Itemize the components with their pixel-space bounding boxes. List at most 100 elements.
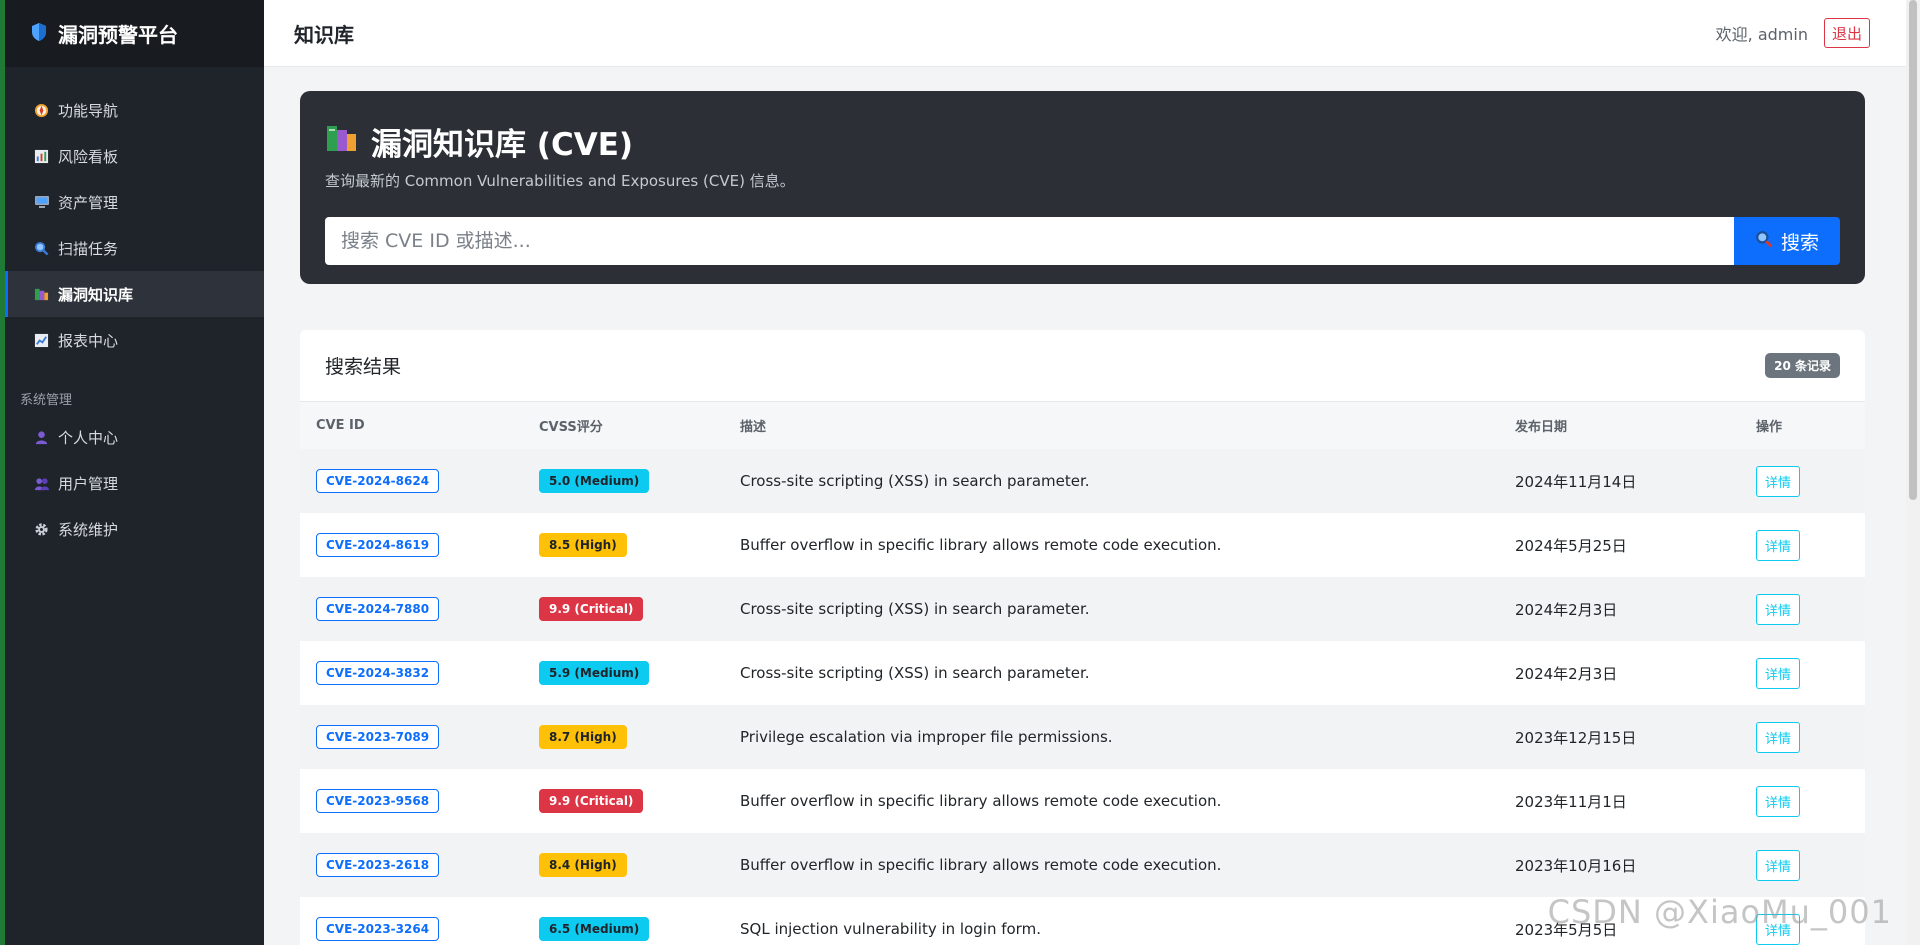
page-title: 知识库 bbox=[294, 22, 354, 47]
sidebar-item-label: 个人中心 bbox=[58, 428, 119, 447]
sidebar-item-label: 用户管理 bbox=[58, 474, 119, 493]
cve-id-link[interactable]: CVE-2024-3832 bbox=[316, 661, 440, 685]
cve-id-link[interactable]: CVE-2024-7880 bbox=[316, 597, 440, 621]
cvss-badge: 9.9 (Critical) bbox=[539, 789, 644, 813]
detail-button[interactable]: 详情 bbox=[1756, 529, 1801, 561]
detail-button[interactable]: 详情 bbox=[1756, 721, 1801, 753]
sidebar-item-label: 漏洞知识库 bbox=[58, 285, 134, 304]
sidebar-item-maintenance[interactable]: 系统维护 bbox=[0, 506, 264, 552]
results-table: CVE ID CVSS评分 描述 发布日期 操作 CVE-2024-8624 5.… bbox=[300, 402, 1865, 945]
date-cell: 2024年11月14日 bbox=[1515, 472, 1637, 491]
table-row: CVE-2024-8619 8.5 (High) Buffer overflow i… bbox=[300, 513, 1865, 577]
column-header-date: 发布日期 bbox=[1515, 420, 1568, 435]
table-row: CVE-2024-8624 5.0 (Medium) Cross-site scri… bbox=[300, 449, 1865, 513]
search-hero: 漏洞知识库 (CVE) 查询最新的 Common Vulnerabilities… bbox=[300, 91, 1865, 284]
table-row: CVE-2023-2618 8.4 (High) Buffer overflow i… bbox=[300, 833, 1865, 897]
sidebar-item-navigation[interactable]: 功能导航 bbox=[0, 87, 264, 133]
description-cell: Cross-site scripting (XSS) in search par… bbox=[740, 664, 1090, 682]
column-header-cvss: CVSS评分 bbox=[539, 420, 603, 435]
search-input[interactable] bbox=[325, 217, 1734, 265]
sidebar-item-knowledge-base[interactable]: 漏洞知识库 bbox=[0, 271, 264, 317]
detail-button[interactable]: 详情 bbox=[1756, 785, 1801, 817]
sidebar-item-reports[interactable]: 报表中心 bbox=[0, 317, 264, 363]
sidebar-item-scan-tasks[interactable]: 扫描任务 bbox=[0, 225, 264, 271]
chart-icon bbox=[33, 148, 50, 165]
app-root: 漏洞预警平台 功能导航 风险看板 资产管理 扫描任务 漏洞知识库 报表中心 系统… bbox=[0, 0, 1920, 945]
trend-icon bbox=[33, 332, 50, 349]
date-cell: 2023年12月15日 bbox=[1515, 728, 1637, 747]
date-cell: 2024年2月3日 bbox=[1515, 664, 1618, 683]
hero-subtitle: 查询最新的 Common Vulnerabilities and Exposur… bbox=[325, 172, 795, 190]
date-cell: 2024年5月25日 bbox=[1515, 536, 1627, 555]
cvss-badge: 5.9 (Medium) bbox=[539, 661, 650, 685]
window-edge bbox=[0, 0, 5, 945]
detail-button[interactable]: 详情 bbox=[1756, 657, 1801, 689]
search-row: 搜索 bbox=[325, 217, 1840, 265]
brand-title: 漏洞预警平台 bbox=[58, 23, 178, 47]
user-icon bbox=[33, 429, 50, 446]
description-cell: Cross-site scripting (XSS) in search par… bbox=[740, 600, 1090, 618]
brand[interactable]: 漏洞预警平台 bbox=[0, 0, 264, 67]
compass-icon bbox=[33, 102, 50, 119]
computer-icon bbox=[33, 194, 50, 211]
date-cell: 2024年2月3日 bbox=[1515, 600, 1618, 619]
topbar: 知识库 欢迎, admin 退出 bbox=[264, 0, 1920, 67]
table-row: CVE-2024-3832 5.9 (Medium) Cross-site scri… bbox=[300, 641, 1865, 705]
cve-id-link[interactable]: CVE-2023-3264 bbox=[316, 917, 440, 941]
cvss-badge: 8.4 (High) bbox=[539, 853, 627, 877]
sidebar-item-risk-board[interactable]: 风险看板 bbox=[0, 133, 264, 179]
watermark: CSDN @XiaoMu_001 bbox=[1547, 893, 1892, 931]
sidebar-item-profile[interactable]: 个人中心 bbox=[0, 414, 264, 460]
detail-button[interactable]: 详情 bbox=[1756, 465, 1801, 497]
sidebar-item-label: 功能导航 bbox=[58, 101, 119, 120]
cvss-badge: 6.5 (Medium) bbox=[539, 917, 650, 941]
column-header-description: 描述 bbox=[740, 420, 767, 435]
magnifier-icon bbox=[1755, 230, 1773, 253]
magnifier-icon bbox=[33, 240, 50, 257]
section-label-system: 系统管理 bbox=[20, 393, 73, 408]
table-body: CVE-2024-8624 5.0 (Medium) Cross-site scri… bbox=[300, 449, 1865, 945]
description-cell: Privilege escalation via improper file p… bbox=[740, 728, 1113, 746]
table-row: CVE-2023-9568 9.9 (Critical) Buffer overfl… bbox=[300, 769, 1865, 833]
description-cell: Buffer overflow in specific library allo… bbox=[740, 536, 1222, 554]
sidebar-item-label: 资产管理 bbox=[58, 193, 119, 212]
detail-button[interactable]: 详情 bbox=[1756, 593, 1801, 625]
cve-id-link[interactable]: CVE-2023-7089 bbox=[316, 725, 440, 749]
sidebar-item-assets[interactable]: 资产管理 bbox=[0, 179, 264, 225]
hero-title: 漏洞知识库 (CVE) bbox=[371, 127, 634, 163]
description-cell: SQL injection vulnerability in login for… bbox=[740, 920, 1041, 938]
table-head: CVE ID CVSS评分 描述 发布日期 操作 bbox=[300, 402, 1865, 449]
sidebar-nav: 功能导航 风险看板 资产管理 扫描任务 漏洞知识库 报表中心 系统管理 个人中心… bbox=[0, 67, 264, 552]
cvss-badge: 8.7 (High) bbox=[539, 725, 627, 749]
page-scrollbar[interactable] bbox=[1906, 0, 1920, 945]
hero-title-row: 漏洞知识库 (CVE) bbox=[325, 119, 1840, 164]
cve-id-link[interactable]: CVE-2023-2618 bbox=[316, 853, 440, 877]
sidebar: 漏洞预警平台 功能导航 风险看板 资产管理 扫描任务 漏洞知识库 报表中心 系统… bbox=[0, 0, 264, 945]
main-content: 知识库 欢迎, admin 退出 漏洞知识库 (CVE) 查询最新的 Commo… bbox=[264, 0, 1920, 945]
sidebar-item-label: 报表中心 bbox=[58, 331, 119, 350]
search-button-label: 搜索 bbox=[1780, 231, 1819, 254]
detail-button[interactable]: 详情 bbox=[1756, 849, 1801, 881]
logout-button[interactable]: 退出 bbox=[1823, 18, 1870, 48]
cve-id-link[interactable]: CVE-2023-9568 bbox=[316, 789, 440, 813]
shield-icon bbox=[30, 22, 48, 46]
column-header-action: 操作 bbox=[1756, 420, 1783, 435]
description-cell: Buffer overflow in specific library allo… bbox=[740, 792, 1222, 810]
scrollbar-thumb[interactable] bbox=[1909, 0, 1917, 500]
search-button[interactable]: 搜索 bbox=[1734, 217, 1840, 265]
sidebar-item-label: 系统维护 bbox=[58, 520, 119, 539]
cve-id-link[interactable]: CVE-2024-8624 bbox=[316, 469, 440, 493]
results-count-badge: 20 条记录 bbox=[1765, 353, 1840, 378]
topbar-right: 欢迎, admin 退出 bbox=[1716, 18, 1870, 48]
description-cell: Cross-site scripting (XSS) in search par… bbox=[740, 472, 1090, 490]
column-header-cve-id: CVE ID bbox=[316, 418, 365, 433]
results-title: 搜索结果 bbox=[325, 356, 402, 378]
cvss-badge: 8.5 (High) bbox=[539, 533, 627, 557]
table-row: CVE-2023-7089 8.7 (High) Privilege escalat… bbox=[300, 705, 1865, 769]
results-header: 搜索结果 20 条记录 bbox=[300, 330, 1865, 402]
books-icon bbox=[325, 123, 359, 161]
books-icon bbox=[33, 286, 50, 303]
cve-id-link[interactable]: CVE-2024-8619 bbox=[316, 533, 440, 557]
sidebar-item-label: 扫描任务 bbox=[58, 239, 119, 258]
sidebar-item-user-management[interactable]: 用户管理 bbox=[0, 460, 264, 506]
